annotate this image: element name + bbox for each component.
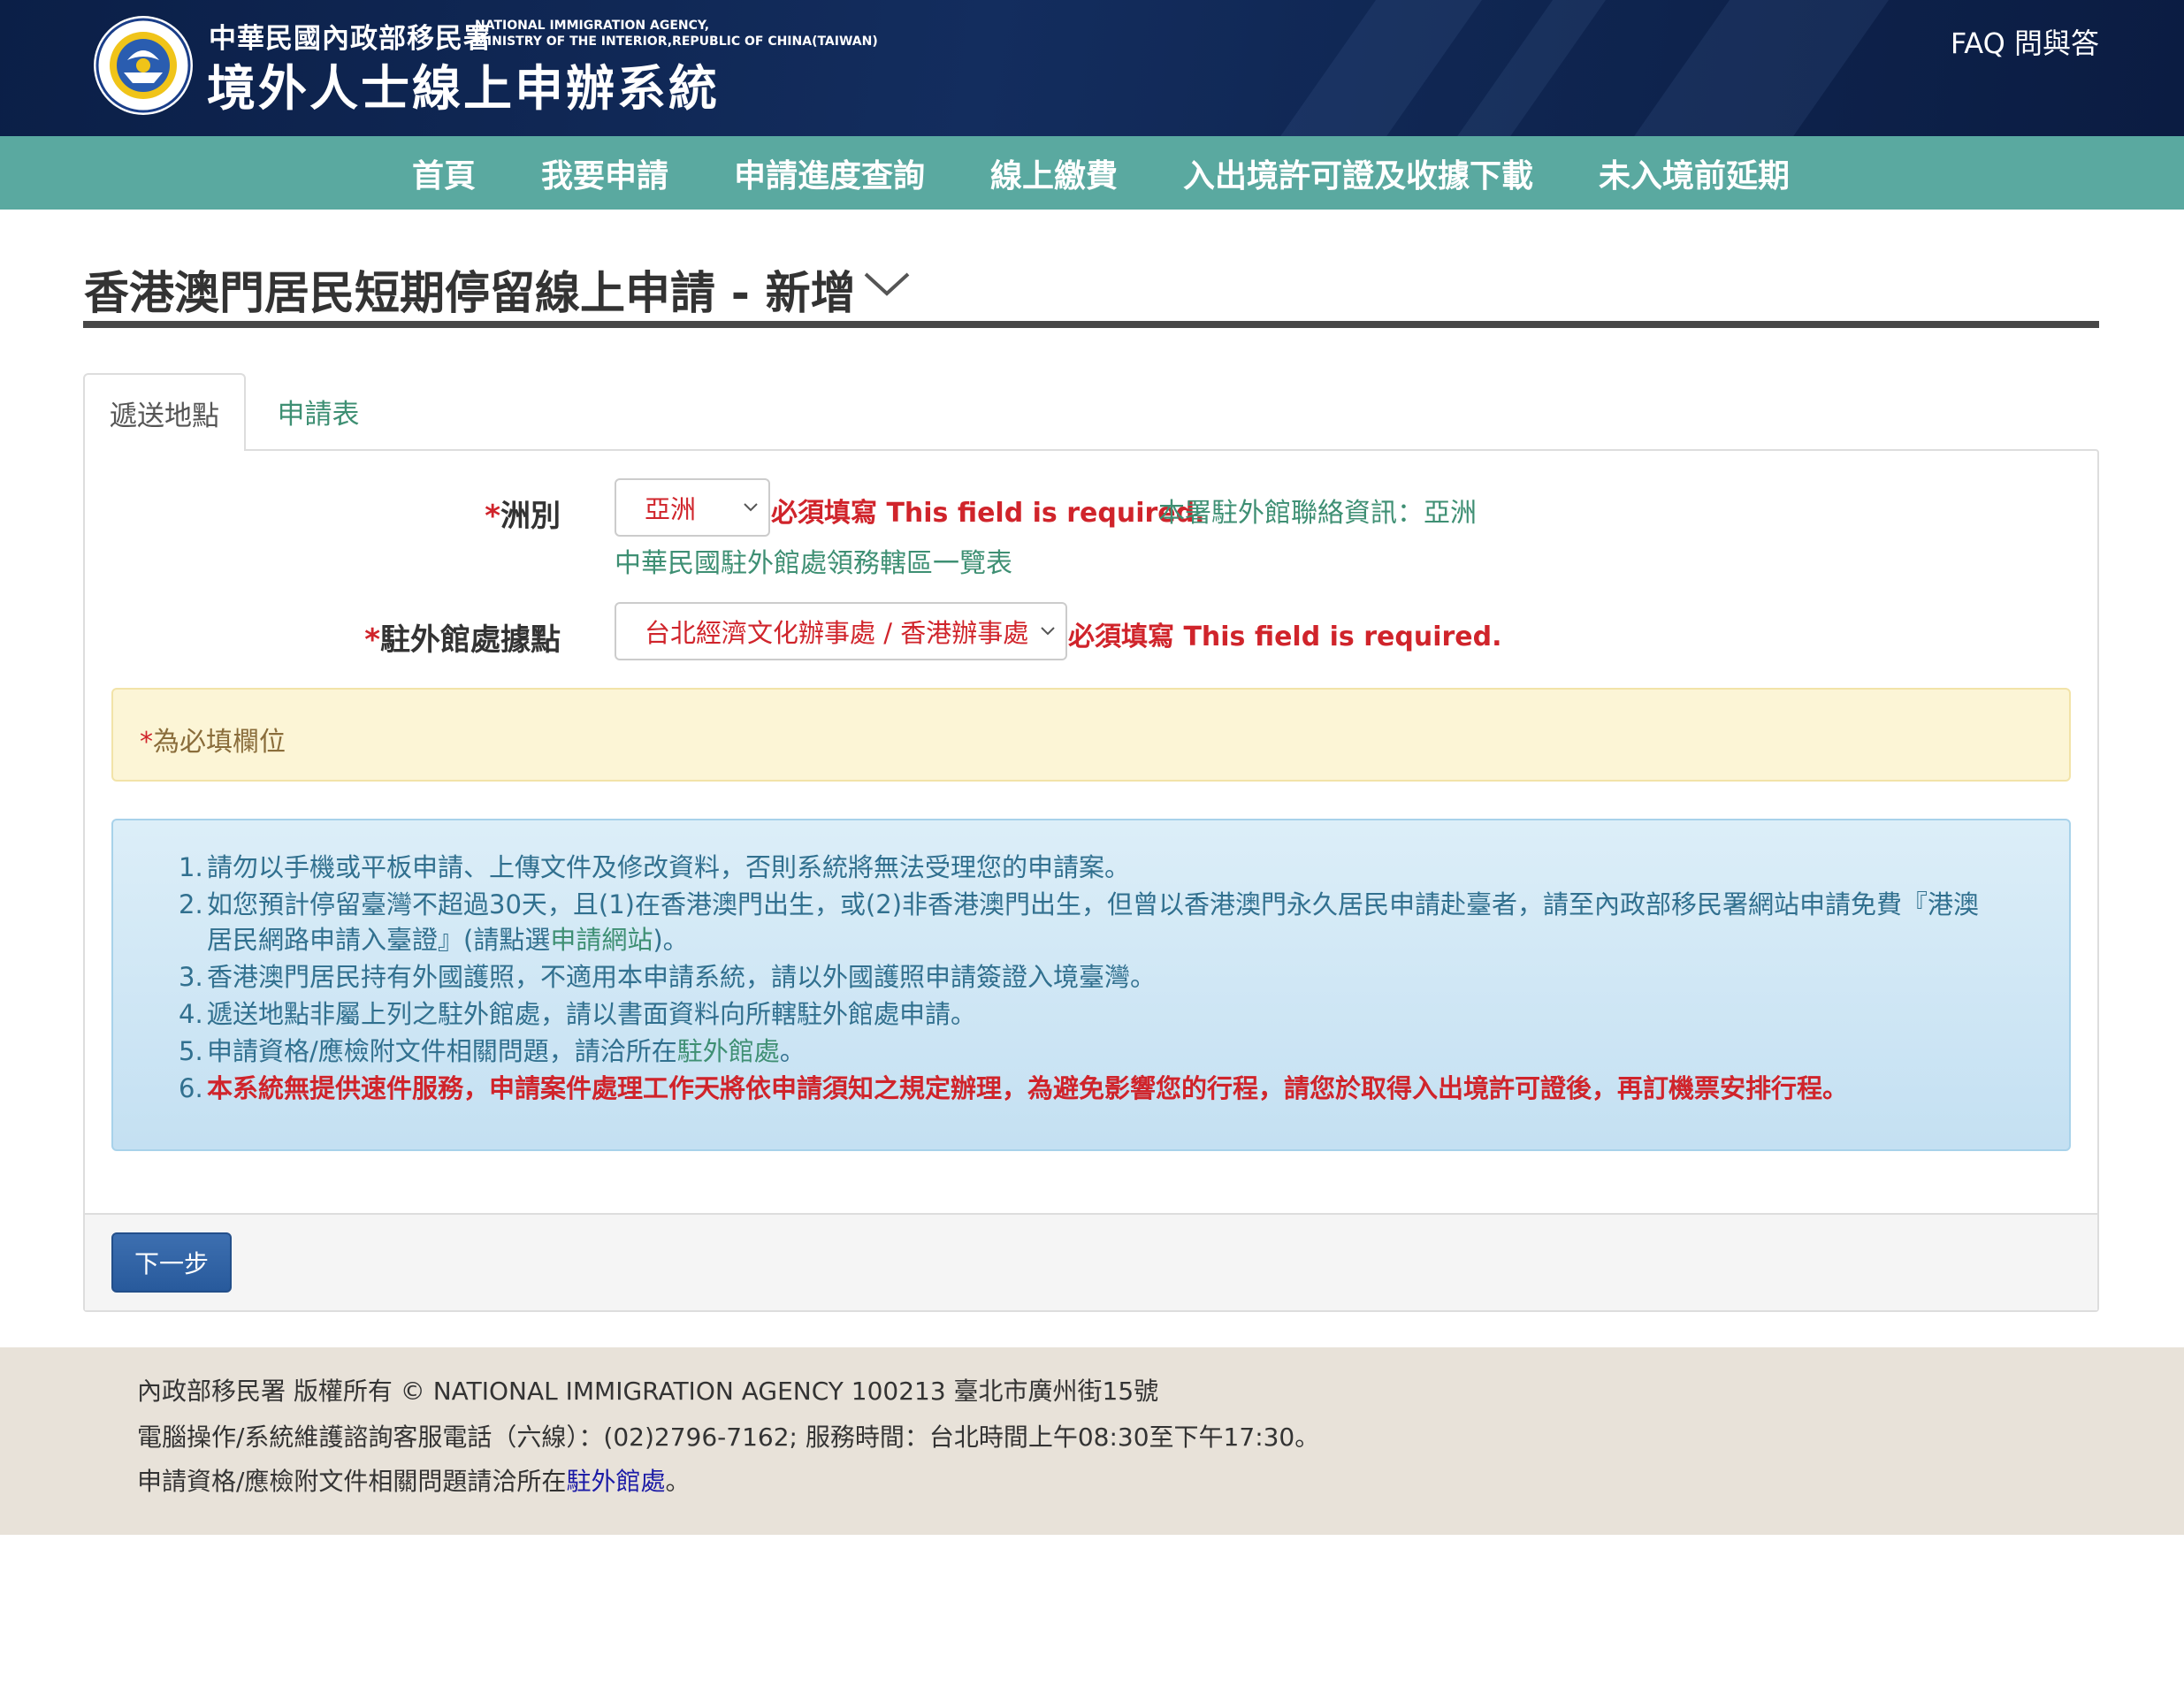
application-site-link[interactable]: 申請網站 [550,925,653,955]
required-mark: * [485,499,500,534]
chevron-down-icon[interactable] [862,265,912,301]
notice-text: 本系統無提供速件服務，申請案件處理工作天將依申請須知之規定辦理，為避免影響您的行… [207,1073,1849,1103]
next-step-button[interactable]: 下一步 [111,1232,232,1293]
notice-text: 居民網路申請入臺證』(請點選 [207,925,551,955]
header-decoration [1617,0,1902,136]
notice-item: 3. 香港澳門居民持有外國護照，不適用本申請系統，請以外國護照申請簽證入境臺灣。 [179,958,1156,995]
notice-item-warning: 6. 本系統無提供速件服務，申請案件處理工作天將依申請須知之規定辦理，為避免影響您… [179,1070,1848,1107]
chevron-down-icon [1041,627,1055,636]
notice-text: 。 [779,1036,806,1066]
contact-info-link[interactable]: 本署駐外館聯絡資訊：亞洲 [1158,491,1477,530]
page-title: 香港澳門居民短期停留線上申請 - 新增 [84,268,856,320]
notice-text: 香港澳門居民持有外國護照，不適用本申請系統，請以外國護照申請簽證入境臺灣。 [207,962,1157,992]
notice-number: 1. [179,852,203,882]
faq-link[interactable]: FAQ 問與答 [1951,21,2099,62]
notice-box: 1. 請勿以手機或平板申請、上傳文件及修改資料，否則系統將無法受理您的申請案。 2… [111,819,2071,1151]
notice-text: )。 [653,925,689,955]
agency-name-en-line2: MINISTRY OF THE INTERIOR,REPUBLIC OF CHI… [475,34,878,49]
tab-application-form[interactable]: 申請表 [255,373,382,449]
nav-item-home[interactable]: 首頁 [412,150,476,196]
required-fields-note: *為必填欄位 [111,688,2071,782]
notice-number: 4. [179,999,203,1029]
continent-label: *洲別 [485,492,561,535]
title-divider [83,321,2099,328]
notice-number: 3. [179,962,203,992]
notice-number: 2. [179,889,203,919]
required-mark: * [364,622,380,658]
nav-item-extension[interactable]: 未入境前延期 [1599,150,1790,196]
site-header: 中華民國內政部移民署 NATIONAL IMMIGRATION AGENCY, … [0,0,2184,136]
main-nav-items: 首頁 我要申請 申請進度查詢 線上繳費 入出境許可證及收據下載 未入境前延期 [0,136,2184,210]
footer-helpdesk: 電腦操作/系統維護諮詢客服電話（六線）：(02)2796-7162; 服務時間：… [137,1423,1320,1452]
notice-text: 申請資格/應檢附文件相關問題，請洽所在 [207,1036,677,1066]
required-note-label: 為必填欄位 [153,727,286,758]
continent-select-value: 亞洲 [645,494,697,524]
notice-number: 5. [179,1036,203,1066]
footer-contact-end: 。 [665,1467,691,1496]
notice-item: 1. 請勿以手機或平板申請、上傳文件及修改資料，否則系統將無法受理您的申請案。 [179,849,1130,886]
notice-text: 請勿以手機或平板申請、上傳文件及修改資料，否則系統將無法受理您的申請案。 [207,852,1131,882]
notice-item-continuation: 居民網路申請入臺證』(請點選申請網站)。 [207,921,689,958]
jurisdiction-list-link[interactable]: 中華民國駐外館處領務轄區一覽表 [615,541,1012,580]
panel-footer [85,1213,2097,1310]
nav-item-progress[interactable]: 申請進度查詢 [734,150,925,196]
nav-item-apply[interactable]: 我要申請 [541,150,668,196]
required-note-text: *為必填欄位 [140,720,286,759]
notice-item: 2. 如您預計停留臺灣不超過30天，且(1)在香港澳門出生，或(2)非香港澳門出生… [179,886,1979,923]
mission-label-text: 駐外館處據點 [380,622,561,658]
mission-select-value: 台北經濟文化辦事處 / 香港辦事處 [645,618,1029,648]
chevron-down-icon [744,503,758,512]
header-decoration [1440,0,1619,136]
agency-emblem-icon[interactable] [92,14,195,117]
agency-name-en-line1: NATIONAL IMMIGRATION AGENCY, [475,19,710,33]
system-title: 境外人士線上申辦系統 [207,60,721,117]
mission-select[interactable]: 台北經濟文化辦事處 / 香港辦事處 [615,602,1067,660]
continent-error: 必須填寫 This field is required. [771,498,1205,529]
overseas-mission-link[interactable]: 駐外館處 [677,1036,780,1066]
required-mark: * [140,727,153,758]
notice-item: 4. 遞送地點非屬上列之駐外館處，請以書面資料向所轄駐外館處申請。 [179,995,976,1033]
footer-mission-link[interactable]: 駐外館處 [566,1467,665,1496]
notice-text: 如您預計停留臺灣不超過30天，且(1)在香港澳門出生，或(2)非香港澳門出生，但… [207,889,1980,919]
mission-label: *駐外館處據點 [364,615,561,659]
notice-text: 遞送地點非屬上列之駐外館處，請以書面資料向所轄駐外館處申請。 [207,999,977,1029]
footer-copyright: 內政部移民署 版權所有 © NATIONAL IMMIGRATION AGENC… [137,1377,1159,1406]
continent-label-text: 洲別 [500,499,561,534]
nav-item-permit-download[interactable]: 入出境許可證及收據下載 [1183,150,1533,196]
header-decoration [1264,0,1495,136]
continent-select[interactable]: 亞洲 [615,478,770,537]
notice-item: 5. 申請資格/應檢附文件相關問題，請洽所在駐外館處。 [179,1033,806,1070]
notice-number: 6. [179,1073,203,1103]
mission-error: 必須填寫 This field is required. [1068,622,1502,652]
main-nav: 首頁 我要申請 申請進度查詢 線上繳費 入出境許可證及收據下載 未入境前延期 [0,136,2184,210]
nav-item-payment[interactable]: 線上繳費 [990,150,1118,196]
site-footer: 內政部移民署 版權所有 © NATIONAL IMMIGRATION AGENC… [0,1347,2184,1535]
tab-delivery-location[interactable]: 遞送地點 [83,373,246,451]
footer-contact-text: 申請資格/應檢附文件相關問題請洽所在 [137,1467,567,1496]
agency-name-en: NATIONAL IMMIGRATION AGENCY, MINISTRY OF… [475,18,878,50]
footer-contact: 申請資格/應檢附文件相關問題請洽所在駐外館處。 [137,1462,690,1498]
